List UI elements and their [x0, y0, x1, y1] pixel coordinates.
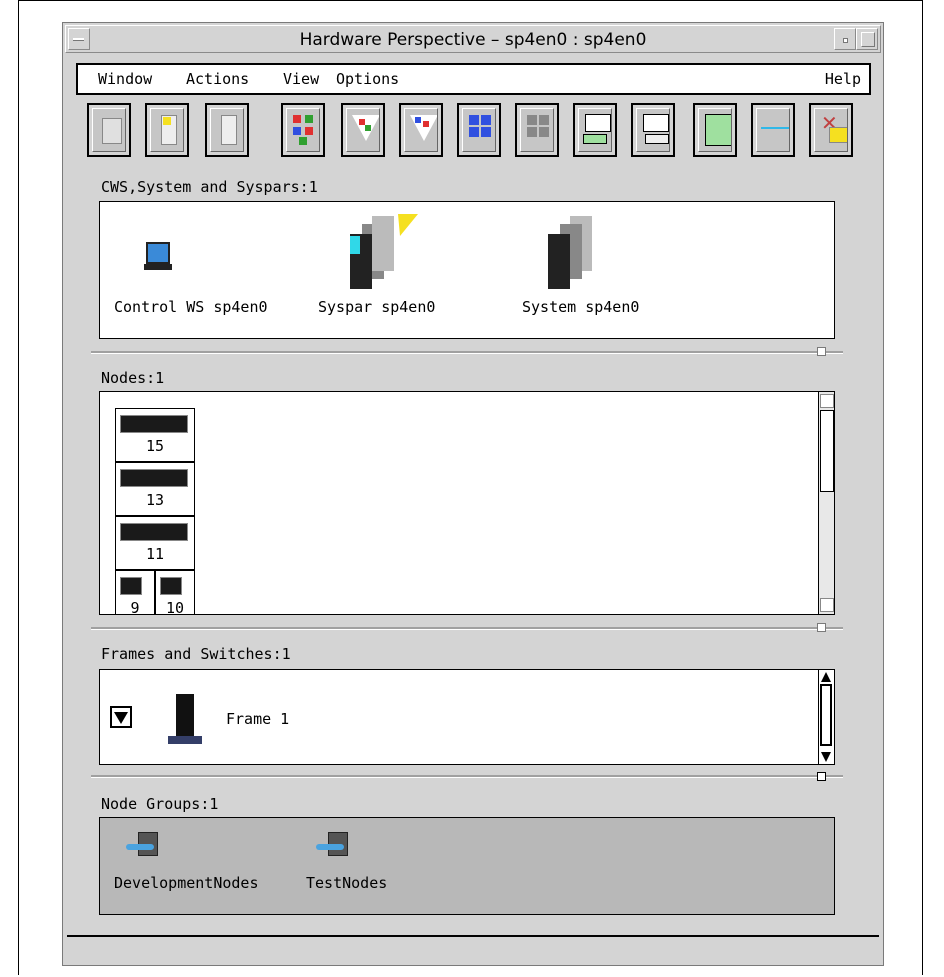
- node-group-icon[interactable]: [126, 832, 158, 862]
- node-groups-section-label: Node Groups:1: [101, 795, 219, 813]
- node-icon: [120, 469, 188, 487]
- system-label: System sp4en0: [522, 298, 640, 316]
- scroll-thumb[interactable]: [820, 684, 832, 746]
- status-bar: [67, 935, 879, 961]
- table-view-icon: [698, 108, 732, 152]
- shapes-grid-button[interactable]: [281, 103, 325, 157]
- node-icon: [160, 577, 182, 595]
- development-nodes-label: DevelopmentNodes: [114, 874, 259, 892]
- cws-section-label: CWS,System and Syspars:1: [101, 178, 318, 196]
- scroll-down-arrow[interactable]: [820, 598, 834, 612]
- node-tile[interactable]: 11: [115, 516, 195, 570]
- title-bar[interactable]: Hardware Perspective – sp4en0 : sp4en0: [65, 25, 881, 53]
- workstation-icon[interactable]: [144, 242, 172, 274]
- shapes-grid-icon: [286, 108, 320, 152]
- table-view-button[interactable]: [693, 103, 737, 157]
- syspar-icon[interactable]: [332, 214, 419, 289]
- control-ws-label: Control WS sp4en0: [114, 298, 268, 316]
- filter-funnel-alt-icon: [404, 108, 438, 152]
- menu-actions[interactable]: Actions: [186, 70, 249, 88]
- nodes-pane: 15 13 11 9 10: [99, 391, 835, 615]
- node-group-icon[interactable]: [316, 832, 348, 862]
- sash-2[interactable]: [91, 627, 843, 630]
- node-tile[interactable]: 10: [155, 570, 195, 615]
- cws-pane: Control WS sp4en0 Syspar sp4en0 System s…: [99, 201, 835, 339]
- syspar-label: Syspar sp4en0: [318, 298, 436, 316]
- delete-check-button[interactable]: ✕: [809, 103, 853, 157]
- node-number: 10: [165, 599, 185, 615]
- node-number: 9: [130, 599, 140, 615]
- maximize-button[interactable]: [856, 28, 878, 50]
- minimize-icon: [843, 38, 848, 43]
- sash-1[interactable]: [91, 351, 843, 354]
- menu-window[interactable]: Window: [98, 70, 152, 88]
- close-node-button[interactable]: [205, 103, 249, 157]
- graph-monitor-button[interactable]: [751, 103, 795, 157]
- monitor-import-button[interactable]: [631, 103, 675, 157]
- menu-options[interactable]: Options: [336, 70, 399, 88]
- close-node-icon: [210, 108, 244, 152]
- deselect-button[interactable]: [515, 103, 559, 157]
- sash-3[interactable]: [91, 775, 843, 778]
- frame-icon[interactable]: [168, 694, 202, 744]
- maximize-icon: [861, 32, 875, 47]
- nodes-section-label: Nodes:1: [101, 369, 165, 387]
- monitor-export-icon: [578, 108, 612, 152]
- sash-3-handle[interactable]: [817, 772, 826, 781]
- scroll-down-arrow[interactable]: [821, 752, 831, 762]
- node-icon: [120, 577, 142, 595]
- toolbar: ✕: [87, 103, 873, 161]
- select-all-button[interactable]: [457, 103, 501, 157]
- test-nodes-label: TestNodes: [306, 874, 388, 892]
- filter-funnel-alt-button[interactable]: [399, 103, 443, 157]
- node-tile[interactable]: 15: [115, 408, 195, 462]
- node-number: 11: [145, 545, 165, 563]
- filter-funnel-icon: [346, 108, 380, 152]
- delete-check-icon: ✕: [814, 108, 848, 152]
- menu-help[interactable]: Help: [825, 70, 861, 88]
- node-icon: [120, 523, 188, 541]
- select-all-icon: [462, 108, 496, 152]
- node-icon: [120, 415, 188, 433]
- open-node-icon: [150, 108, 184, 152]
- system-icon[interactable]: [530, 214, 610, 289]
- scroll-up-arrow[interactable]: [820, 394, 834, 408]
- notebook-button[interactable]: [87, 103, 131, 157]
- expand-triangle-icon[interactable]: [110, 706, 132, 728]
- frame-label: Frame 1: [226, 710, 290, 728]
- monitor-import-icon: [636, 108, 670, 152]
- node-number: 15: [145, 437, 165, 455]
- minimize-button[interactable]: [834, 28, 856, 50]
- hardware-perspective-window: Hardware Perspective – sp4en0 : sp4en0 W…: [62, 22, 884, 966]
- scroll-thumb[interactable]: [820, 410, 834, 492]
- filter-funnel-button[interactable]: [341, 103, 385, 157]
- open-node-button[interactable]: [145, 103, 189, 157]
- frames-scrollbar[interactable]: [818, 670, 834, 764]
- node-number: 13: [145, 491, 165, 509]
- sash-2-handle[interactable]: [817, 623, 826, 632]
- frames-section-label: Frames and Switches:1: [101, 645, 291, 663]
- nodes-scrollbar[interactable]: [818, 392, 834, 614]
- sash-1-handle[interactable]: [817, 347, 826, 356]
- node-groups-pane: DevelopmentNodes TestNodes: [99, 817, 835, 915]
- deselect-icon: [520, 108, 554, 152]
- frames-pane: Frame 1: [99, 669, 835, 765]
- graph-monitor-icon: [756, 108, 790, 152]
- node-tile[interactable]: 9: [115, 570, 155, 615]
- menu-bar: Window Actions View Options Help: [76, 63, 871, 95]
- notebook-icon: [92, 108, 126, 152]
- monitor-export-button[interactable]: [573, 103, 617, 157]
- node-tile[interactable]: 13: [115, 462, 195, 516]
- scroll-up-arrow[interactable]: [821, 672, 831, 682]
- window-title: Hardware Perspective – sp4en0 : sp4en0: [299, 30, 647, 50]
- menu-view[interactable]: View: [283, 70, 319, 88]
